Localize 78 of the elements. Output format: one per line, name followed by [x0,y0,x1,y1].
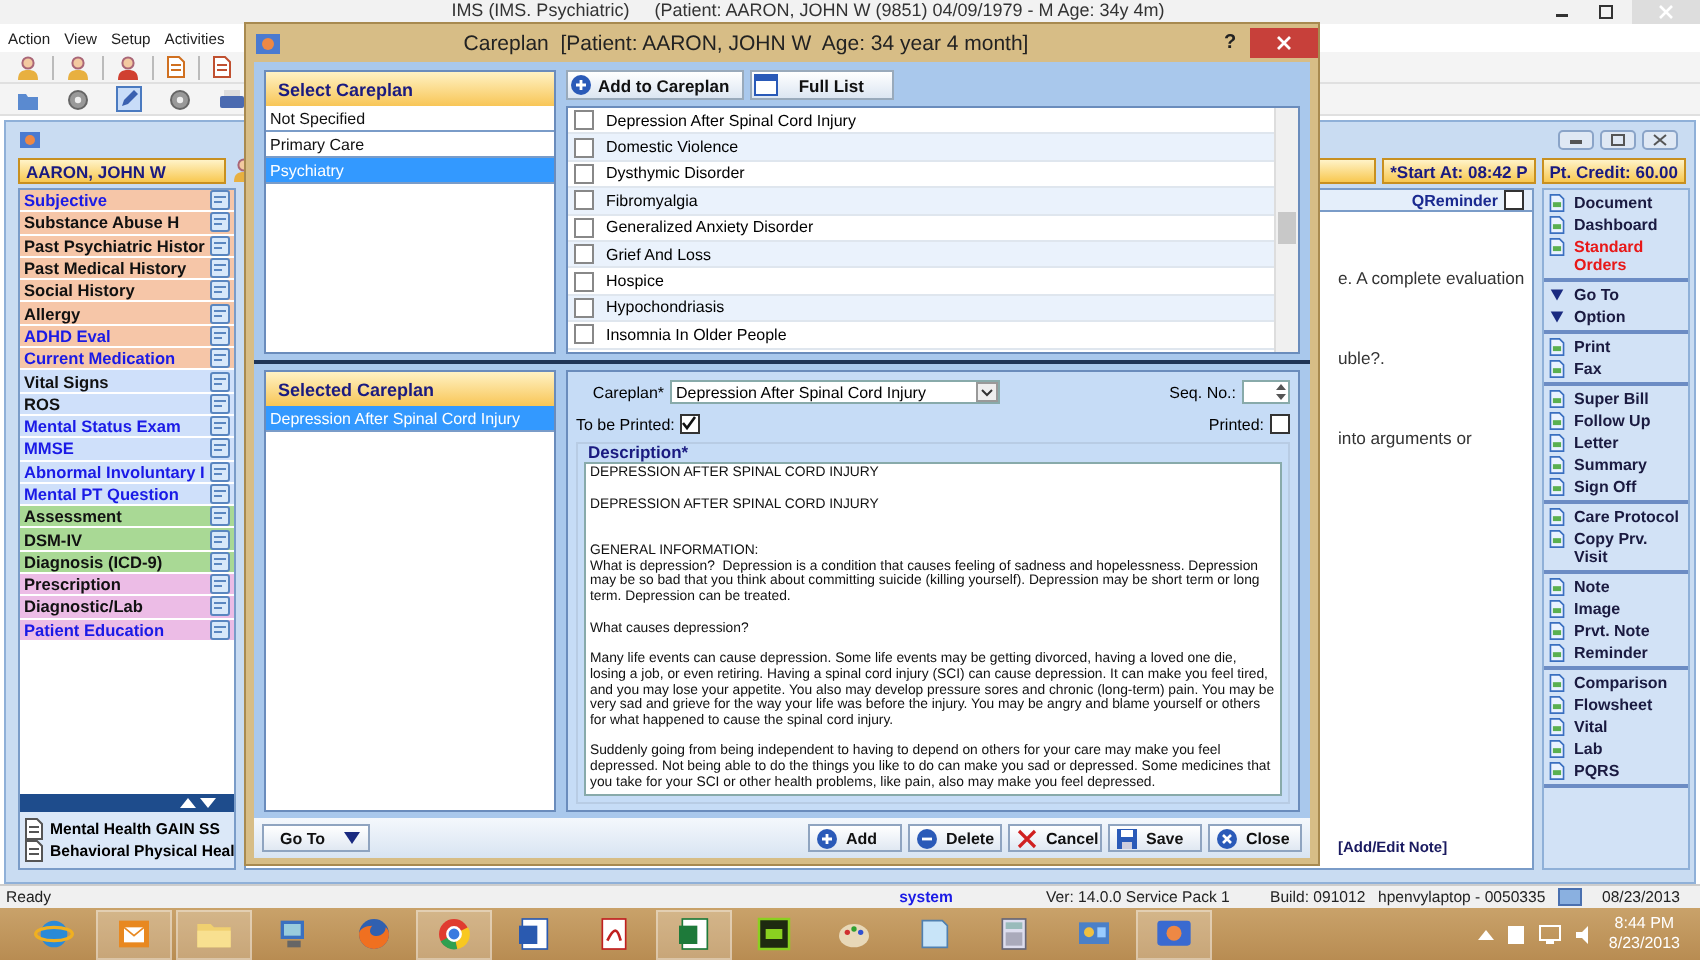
careplan-item[interactable]: Hospice [606,272,664,291]
dialog-button[interactable]: Cancel [1008,824,1102,853]
action-button[interactable]: Letter [1544,432,1688,454]
action-button[interactable]: Super Bill [1544,388,1688,410]
careplan-item[interactable]: Grief And Loss [606,245,711,264]
sidebar-item[interactable]: MMSE [20,438,234,462]
action-button[interactable]: Print [1544,336,1688,358]
action-button[interactable]: Follow Up [1544,410,1688,432]
action-button[interactable]: Document [1544,192,1688,214]
sidebar-item[interactable]: Social History [20,280,234,303]
action-button[interactable]: Fax [1544,358,1688,380]
dialog-title: Careplan [Patient: AARON, JOHN W Age: 34 year 4 month] [461,31,1031,55]
sidebar-item[interactable]: DSM-IV [20,528,234,552]
action-button[interactable]: Reminder [1544,642,1688,664]
go-to-button[interactable]: Go To [262,824,370,853]
careplan-item[interactable]: Insomnia In Older People [606,325,787,344]
sidebar-item[interactable]: Patient Education [20,619,234,642]
sidebar-item[interactable]: Abnormal Involuntary I [20,461,234,484]
sidebar-item[interactable]: Mental Status Exam [20,415,234,439]
dialog-button[interactable]: Add [808,824,902,853]
sidebar-item[interactable]: Diagnostic/Lab [20,596,234,620]
dialog-button[interactable]: Delete [908,824,1002,853]
careplan-item[interactable]: Fibromyalgia [606,191,698,210]
sidebar-item[interactable]: Current Medication [20,348,234,371]
action-button[interactable]: Copy Prv. Visit [1544,528,1688,568]
patient-credit: Pt. Credit: 60.00 [1541,158,1686,184]
action-button[interactable]: Lab [1544,738,1688,760]
action-button[interactable]: Vital [1544,716,1688,738]
description-label: Description* [586,444,691,463]
dialog-button[interactable]: Close [1208,824,1302,853]
action-button[interactable]: Dashboard [1544,214,1688,236]
sidebar-item[interactable]: Past Psychiatric Histor [20,235,234,258]
action-button[interactable]: Sign Off [1544,476,1688,498]
careplan-category[interactable]: Not Specified [266,106,554,132]
panel-header: Selected Careplan [266,372,554,407]
full-list-button[interactable]: Full List [749,70,894,100]
action-button[interactable]: Image [1544,598,1688,620]
sidebar-item[interactable]: Allergy [20,302,234,326]
careplan-item[interactable]: Domestic Violence [606,138,739,157]
action-button[interactable]: Flowsheet [1544,694,1688,716]
action-button[interactable]: Note [1544,576,1688,598]
careplan-item[interactable]: Generalized Anxiety Disorder [606,218,814,237]
careplan-item[interactable]: Depression After Spinal Cord Injury [606,111,856,130]
print-label: To be Printed: [576,415,675,434]
action-button[interactable]: Summary [1544,454,1688,476]
sidebar-item[interactable]: Prescription [20,574,234,597]
note-text: uble?. [1338,348,1387,368]
action-button[interactable]: Prvt. Note [1544,620,1688,642]
seq-label: Seq. No.: [1169,383,1236,402]
action-button[interactable]: Option [1544,306,1688,328]
sidebar-item[interactable]: Substance Abuse H [20,212,234,236]
qreminder-label: QReminder [1411,191,1498,209]
sidebar-item[interactable]: Mental PT Question [20,483,234,507]
action-button[interactable]: PQRS [1544,760,1688,782]
careplan-item[interactable]: Hypochondriasis [606,298,725,317]
sidebar-item[interactable]: Vital Signs [20,370,234,394]
add-to-careplan-button[interactable]: Add to Careplan [566,70,744,100]
printed-label: Printed: [1208,415,1264,434]
sidebar-item[interactable]: Diagnosis (ICD-9) [20,551,234,575]
sidebar-item[interactable]: Subjective [20,190,234,213]
action-button[interactable]: Care Protocol [1544,506,1688,528]
help-button[interactable]: ? [1210,32,1250,54]
sidebar-item[interactable]: ROS [20,393,234,416]
careplan-label: Careplan* [590,383,664,402]
note-text: e. A complete evaluation [1338,268,1527,288]
dialog-button[interactable]: Save [1108,824,1202,853]
note-text: into arguments or [1338,428,1474,448]
sidebar-item[interactable]: Assessment [20,506,234,529]
sidebar-item[interactable]: ADHD Eval [20,325,234,349]
action-button[interactable]: Comparison [1544,672,1688,694]
window-title: IMS (IMS. Psychiatric) (Patient: AARON, JOHN W (9851) 04/09/1979 - M Age: 34y 4m) [449,0,1167,20]
careplan-item[interactable]: Dysthymic Disorder [606,164,745,183]
sidebar-item[interactable]: Past Medical History [20,257,234,281]
action-button[interactable]: Go To [1544,284,1688,306]
panel-header: Select Careplan [266,72,554,106]
start-time: *Start At: 08:42 P [1382,158,1536,184]
patient-name: AARON, JOHN W [18,158,226,184]
careplan-dropdown[interactable]: Depression After Spinal Cord Injury [670,380,1000,405]
